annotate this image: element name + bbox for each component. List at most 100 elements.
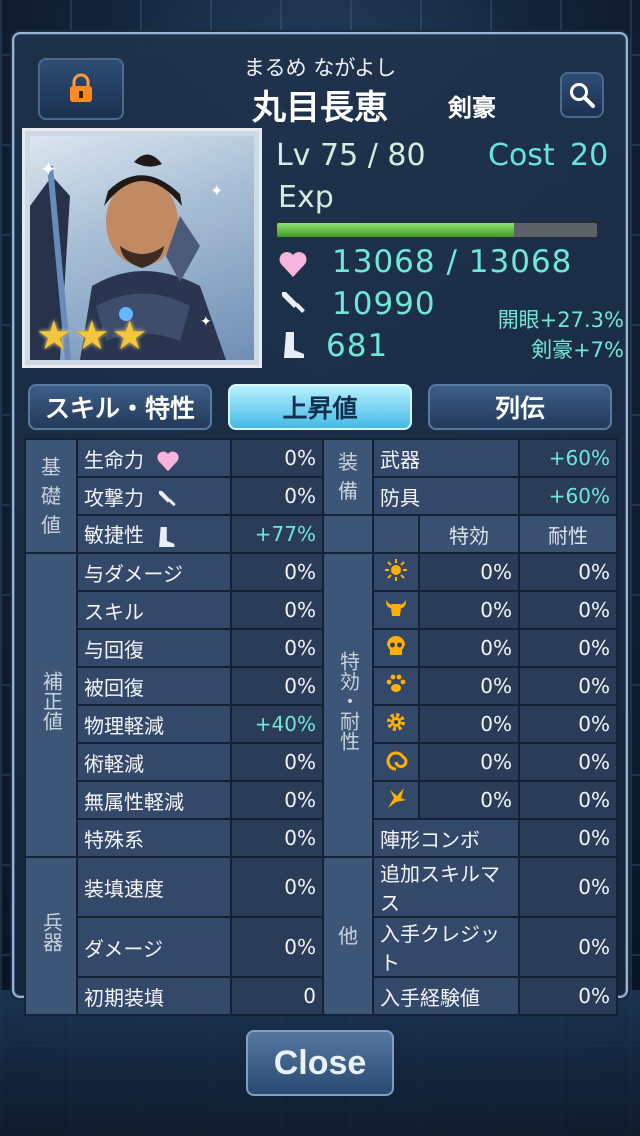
stat-label: 攻撃力 (84, 485, 144, 510)
paw-icon (386, 674, 406, 692)
equip-label-armor: 防具 (372, 476, 520, 516)
tab-stats[interactable]: 上昇値 (228, 384, 412, 430)
heart-icon (157, 451, 179, 472)
effect-value: 0% (418, 780, 520, 820)
stat-value: 0% (230, 552, 324, 592)
effect-icon-cell (372, 590, 420, 630)
effect-icon-cell (372, 704, 420, 744)
lock-button[interactable] (38, 58, 124, 120)
exp-bar-fill (277, 223, 514, 237)
stat-value: 0% (230, 780, 324, 820)
class-bonus: 剣豪+7% (531, 338, 624, 362)
table-row: 被回復 0% 0% 0% (25, 666, 618, 706)
effect-icon-cell (372, 628, 420, 668)
stat-value: 0% (230, 666, 324, 706)
category-modifier: 補正値 (24, 552, 78, 858)
svg-text:✦: ✦ (210, 181, 223, 200)
table-row: 基礎値 生命力 0% 装備 武器 +60% (24, 438, 618, 554)
stat-label: 与回復 (76, 628, 232, 668)
tab-biography[interactable]: 列伝 (428, 384, 612, 430)
boot-icon (159, 526, 175, 547)
effect-icon-cell (372, 552, 420, 592)
stat-label: 術軽減 (76, 742, 232, 782)
stat-label: スキル (76, 590, 232, 630)
table-row: 攻撃力 0% 防具 +60% (25, 476, 618, 516)
close-button[interactable]: Close (246, 1030, 394, 1096)
agility-value: 681 (326, 328, 389, 364)
stat-value: 0% (230, 818, 324, 858)
equip-value-weapon: +60% (518, 438, 618, 478)
sword-icon (159, 490, 177, 507)
exp-label: Exp (278, 180, 334, 215)
sun-icon (385, 558, 407, 581)
table-row: 初期装填 0 入手経験値 0% (25, 976, 618, 1016)
stat-value: 0% (230, 438, 324, 478)
skull-icon (387, 635, 405, 655)
other-value: 0% (518, 976, 618, 1016)
stat-label-attack: 攻撃力 (76, 476, 232, 516)
effect-value: 0% (418, 628, 520, 668)
category-modifier-text: 補正値 (39, 671, 64, 731)
tab-skills[interactable]: スキル・特性 (28, 384, 212, 430)
search-button[interactable] (560, 72, 604, 118)
category-effect-resist: 特効・耐性 (322, 552, 374, 858)
resist-value: 0% (518, 666, 618, 706)
svg-text:✦: ✦ (40, 157, 57, 181)
table-row: 物理軽減 +40% 0% 0% (25, 704, 618, 744)
stat-value: 0% (230, 590, 324, 630)
character-portrait: ✦ ✦ ✦ ★ ★ ★ (22, 128, 262, 368)
table-row: 兵器 装填速度 0% 他 追加スキルマス 0% (24, 856, 618, 1016)
gear-icon (387, 712, 405, 731)
stat-label: 初期装填 (76, 976, 232, 1016)
stat-value: 0% (230, 742, 324, 782)
star-icon: ★ (111, 313, 148, 359)
lock-icon (70, 73, 92, 102)
effect-icon-cell (372, 780, 420, 820)
rarity-stars: ★ ★ ★ (36, 316, 148, 356)
equip-value-armor: +60% (518, 476, 618, 516)
table-row: スキル 0% 0% 0% (25, 590, 618, 630)
effect-icon-cell (372, 666, 420, 706)
resist-value: 0% (518, 742, 618, 782)
category-effect-resist-text: 特効・耐性 (336, 651, 361, 751)
category-weapon: 兵器 (24, 856, 78, 1016)
table-row: 無属性軽減 0% 0% 0% (25, 780, 618, 820)
stat-value: 0 (230, 976, 324, 1016)
stat-value: +77% (230, 514, 324, 554)
star-icon: ★ (36, 313, 72, 359)
attack-value: 10990 (332, 286, 436, 322)
other-label: 陣形コンボ (372, 818, 520, 858)
stat-value: 0% (230, 628, 324, 668)
table-row: 特殊系 0% 陣形コンボ 0% (25, 818, 618, 858)
character-class: 剣豪 (448, 94, 496, 122)
star-icon: ★ (73, 313, 110, 359)
stats-table: 基礎値 生命力 0% 装備 武器 +60% 攻撃力 0% 防具 +60% 敏捷性… (24, 438, 618, 1016)
category-weapon-text: 兵器 (39, 912, 64, 952)
wing-icon (388, 787, 406, 808)
swirl-icon (386, 751, 408, 770)
exp-bar (276, 222, 598, 238)
other-label: 追加スキルマス (372, 856, 520, 918)
other-value: 0% (518, 818, 618, 858)
stat-label: 被回復 (76, 666, 232, 706)
heart-icon (279, 252, 307, 277)
stat-label: ダメージ (76, 916, 232, 978)
bull-icon (386, 599, 406, 616)
stat-label: 物理軽減 (76, 704, 232, 744)
table-row: 補正値 与ダメージ 0% 特効・耐性 0% 0% (24, 552, 618, 858)
other-value: 0% (518, 856, 618, 918)
level-text: Lv 75 / 80 (276, 138, 426, 173)
other-value: 0% (518, 916, 618, 978)
category-other: 他 (322, 856, 374, 1016)
sword-icon (282, 292, 305, 313)
character-kana-name: まるめ ながよし (243, 56, 397, 80)
header-spacer (322, 514, 374, 554)
other-label: 入手経験値 (372, 976, 520, 1016)
effect-icon-cell (372, 742, 420, 782)
stat-label: 特殊系 (76, 818, 232, 858)
header-effective: 特効 (418, 514, 520, 554)
table-row: 与回復 0% 0% 0% (25, 628, 618, 668)
cost-value: 20 (570, 138, 609, 173)
header-spacer (372, 514, 420, 554)
header-resist: 耐性 (518, 514, 618, 554)
